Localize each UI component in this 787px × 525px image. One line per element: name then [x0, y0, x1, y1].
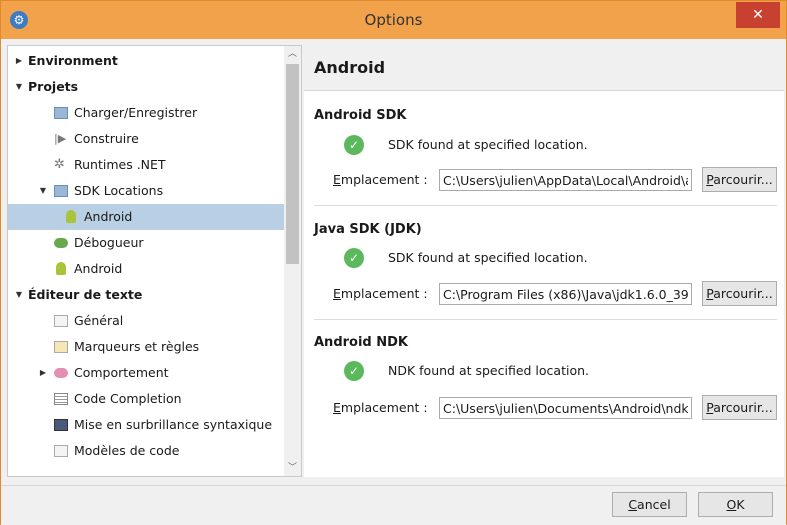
tree-item-comportement[interactable]: ▶ Comportement — [8, 360, 284, 386]
list-icon — [54, 393, 68, 405]
tree-scrollbar[interactable]: ︿ ﹀ — [284, 46, 301, 476]
options-tree: ▶ Environment ▼ Projets Charger/Enregist… — [7, 45, 302, 477]
browse-button[interactable]: Parcourir... — [702, 281, 777, 306]
settings-panel: Android Android SDK ✓ SDK found at speci… — [304, 45, 784, 477]
tree-item-projets[interactable]: ▼ Projets — [8, 74, 284, 100]
tree-item-sdk-locations[interactable]: ▼ SDK Locations — [8, 178, 284, 204]
separator — [314, 205, 777, 206]
gear-icon: ✲ — [54, 157, 65, 172]
tree-item-modeles-de-code[interactable]: Modèles de code — [8, 438, 284, 464]
debugger-icon — [54, 238, 68, 248]
section-title-android-sdk: Android SDK — [314, 108, 407, 123]
tree-item-editeur-de-texte[interactable]: ▼ Éditeur de texte — [8, 282, 284, 308]
tree-item-android[interactable]: Android — [8, 256, 284, 282]
scroll-down-icon[interactable]: ﹀ — [284, 460, 301, 476]
status-text: NDK found at specified location. — [388, 363, 590, 378]
dialog-footer: Cancel OK — [1, 485, 786, 525]
window-title: Options — [364, 11, 423, 29]
java-sdk-path-input[interactable] — [439, 283, 692, 305]
tree-item-construire[interactable]: |▶ Construire — [8, 126, 284, 152]
tree-item-charger-enregistrer[interactable]: Charger/Enregistrer — [8, 100, 284, 126]
browse-button[interactable]: Parcourir... — [702, 395, 777, 420]
close-button[interactable]: ✕ — [736, 2, 780, 28]
close-icon: ✕ — [752, 7, 764, 23]
collapse-arrow-icon[interactable]: ▼ — [38, 178, 48, 204]
folder-icon — [54, 107, 68, 119]
tree-item-sdk-android[interactable]: Android — [8, 204, 284, 230]
tree-item-general[interactable]: Général — [8, 308, 284, 334]
browse-button[interactable]: Parcourir... — [702, 167, 777, 192]
page-header: Android — [304, 45, 784, 91]
collapse-arrow-icon[interactable]: ▼ — [14, 282, 24, 308]
ok-button[interactable]: OK — [698, 492, 773, 517]
document-icon — [54, 315, 68, 327]
tree-item-runtimes-net[interactable]: ✲ Runtimes .NET — [8, 152, 284, 178]
options-window: ⚙ Options ✕ ▶ Environment ▼ Projets Char… — [0, 0, 787, 525]
android-icon — [56, 262, 66, 275]
expand-arrow-icon[interactable]: ▶ — [38, 360, 48, 386]
behavior-icon — [54, 368, 68, 378]
scroll-thumb[interactable] — [286, 64, 299, 264]
status-text: SDK found at specified location. — [388, 250, 588, 265]
section-title-android-ndk: Android NDK — [314, 335, 408, 350]
tree-item-syntax-highlighting[interactable]: Mise en surbrillance syntaxique — [8, 412, 284, 438]
build-icon: |▶ — [54, 132, 67, 145]
cancel-button[interactable]: Cancel — [612, 492, 687, 517]
tree-item-debogueur[interactable]: Débogueur — [8, 230, 284, 256]
status-text: SDK found at specified location. — [388, 137, 588, 152]
location-label: Emplacement : — [333, 172, 428, 187]
scroll-up-icon[interactable]: ︿ — [284, 46, 301, 62]
location-label: Emplacement : — [333, 400, 428, 415]
page-title: Android — [314, 58, 386, 77]
folder-icon — [54, 185, 68, 197]
template-icon — [54, 445, 68, 457]
check-icon: ✓ — [344, 361, 364, 381]
collapse-arrow-icon[interactable]: ▼ — [14, 74, 24, 100]
tree-item-environment[interactable]: ▶ Environment — [8, 48, 284, 74]
title-bar[interactable]: ⚙ Options ✕ — [1, 1, 786, 39]
check-icon: ✓ — [344, 248, 364, 268]
tree-item-marqueurs-et-regles[interactable]: Marqueurs et règles — [8, 334, 284, 360]
location-label: Emplacement : — [333, 286, 428, 301]
section-title-java-sdk: Java SDK (JDK) — [314, 222, 422, 237]
android-icon — [66, 210, 76, 223]
check-icon: ✓ — [344, 135, 364, 155]
separator — [314, 319, 777, 320]
highlight-icon — [54, 419, 68, 431]
tree-item-code-completion[interactable]: Code Completion — [8, 386, 284, 412]
android-ndk-path-input[interactable] — [439, 397, 692, 419]
markers-icon — [54, 341, 68, 353]
expand-arrow-icon[interactable]: ▶ — [14, 48, 24, 74]
android-sdk-path-input[interactable] — [439, 169, 692, 191]
